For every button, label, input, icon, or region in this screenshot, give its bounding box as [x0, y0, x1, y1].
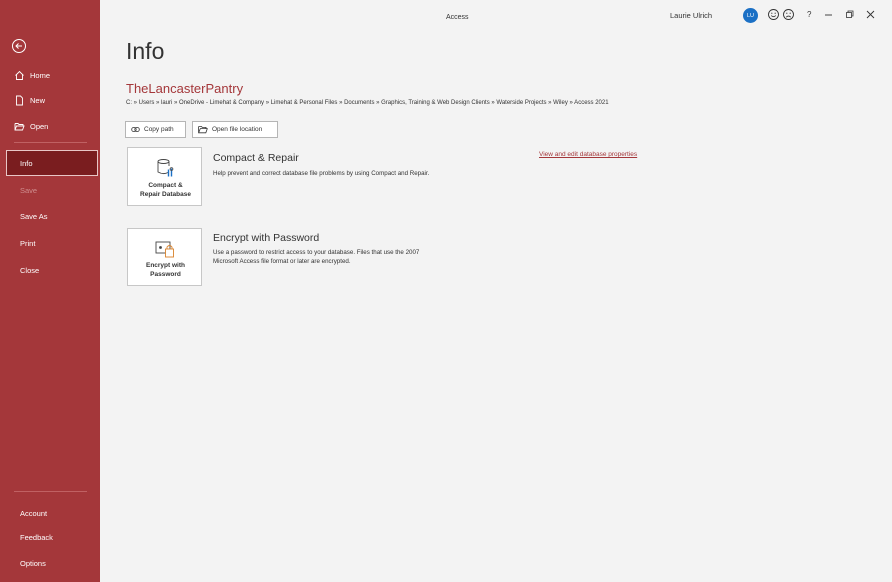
sidebar-item-label: Print: [20, 238, 36, 248]
sidebar-item-close[interactable]: Close: [0, 258, 100, 282]
sidebar-item-label: Info: [20, 158, 33, 168]
sidebar-divider: [14, 142, 87, 143]
sidebar-item-label: Close: [20, 265, 40, 275]
app-title: Access: [446, 14, 469, 21]
copy-path-button[interactable]: Copy path: [125, 121, 186, 138]
new-document-icon: [16, 95, 23, 105]
database-name: TheLancasterPantry: [126, 81, 244, 96]
avatar-initials: LU: [746, 12, 755, 19]
sidebar-item-save-as[interactable]: Save As: [0, 204, 100, 228]
sidebar-item-account[interactable]: Account: [0, 501, 100, 525]
title-bar: Access Laurie Ulrich LU ?: [100, 0, 892, 32]
sidebar-item-label: Save: [20, 185, 38, 195]
button-label-line: Password: [150, 271, 181, 278]
sidebar-item-label: Feedback: [20, 532, 53, 542]
database-repair-icon: [157, 159, 174, 177]
button-label-line: Compact &: [148, 182, 183, 189]
encrypt-password-button[interactable]: Encrypt with Password: [127, 228, 202, 286]
sidebar-item-label: Home: [30, 70, 51, 80]
button-label-line: Repair Database: [140, 191, 191, 198]
sidebar-item-label: Open: [30, 121, 49, 131]
sidebar-item-info[interactable]: Info: [6, 150, 98, 176]
minimize-icon[interactable]: [822, 8, 835, 21]
compact-repair-label: Compact & Repair Database: [128, 181, 203, 199]
smile-feedback-icon[interactable]: [767, 8, 780, 21]
help-icon[interactable]: ?: [807, 10, 811, 19]
folder-open-icon: [14, 122, 25, 130]
backstage-sidebar: Home New Open Info Save Save As Print Cl…: [0, 0, 100, 582]
close-icon[interactable]: [864, 8, 877, 21]
sidebar-item-home[interactable]: Home: [0, 63, 100, 87]
encrypt-password-label: Encrypt with Password: [128, 261, 203, 279]
encrypt-password-heading: Encrypt with Password: [213, 232, 320, 244]
compact-repair-description: Help prevent and correct database file p…: [213, 169, 503, 178]
sidebar-item-label: Options: [20, 558, 46, 568]
description-line: Microsoft Access file format or later ar…: [213, 258, 351, 265]
sidebar-divider: [14, 491, 87, 492]
open-file-location-button[interactable]: Open file location: [192, 121, 278, 138]
database-path: C: » Users » lauri » OneDrive - Limehat …: [126, 100, 609, 106]
home-icon: [15, 70, 24, 80]
copy-path-label: Copy path: [144, 126, 174, 133]
link-icon: [131, 127, 140, 132]
sidebar-item-print[interactable]: Print: [0, 231, 100, 255]
back-arrow-icon[interactable]: [11, 38, 27, 54]
encrypt-password-description: Use a password to restrict access to you…: [213, 248, 503, 266]
sidebar-item-feedback[interactable]: Feedback: [0, 525, 100, 549]
sidebar-item-new[interactable]: New: [0, 88, 100, 112]
avatar[interactable]: LU: [743, 8, 758, 23]
open-file-location-label: Open file location: [212, 126, 263, 133]
description-line: Use a password to restrict access to you…: [213, 249, 420, 256]
sidebar-item-label: New: [30, 95, 46, 105]
sidebar-item-label: Account: [20, 508, 48, 518]
button-label-line: Encrypt with: [145, 262, 185, 269]
page-title: Info: [126, 38, 165, 64]
compact-repair-button[interactable]: Compact & Repair Database: [127, 147, 202, 206]
frown-feedback-icon[interactable]: [782, 8, 795, 21]
user-name[interactable]: Laurie Ulrich: [670, 11, 712, 20]
restore-icon[interactable]: [843, 8, 856, 21]
sidebar-item-label: Save As: [20, 211, 48, 221]
compact-repair-heading: Compact & Repair: [213, 152, 299, 164]
folder-open-icon: [198, 126, 208, 134]
sidebar-item-save: Save: [0, 178, 100, 202]
sidebar-item-options[interactable]: Options: [0, 551, 100, 575]
sidebar-item-open[interactable]: Open: [0, 114, 100, 138]
view-properties-link[interactable]: View and edit database properties: [539, 151, 637, 158]
description-line: Help prevent and correct database file p…: [213, 170, 430, 177]
password-lock-icon: [155, 241, 174, 258]
